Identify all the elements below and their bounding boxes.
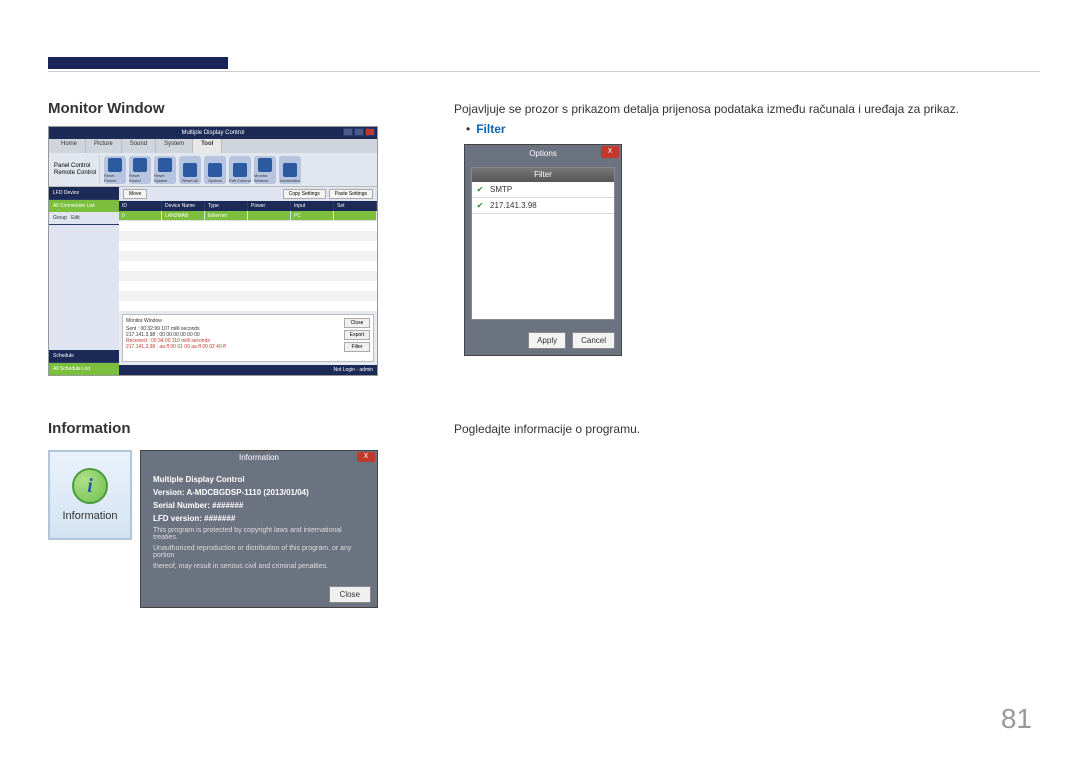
mw-toolbar: Move Copy Settings Paste Settings — [119, 187, 377, 201]
paste-settings-button[interactable]: Paste Settings — [329, 189, 373, 199]
mw-titlebar: Multiple Display Control — [49, 127, 377, 139]
sidebar-schedule[interactable]: Schedule — [49, 350, 119, 363]
edit-column-button[interactable]: Edit Column — [229, 156, 251, 184]
mw-ribbon: Panel Control Remote Control Reset Pictu… — [49, 153, 377, 187]
info-icon: i — [72, 468, 108, 504]
reset-all-button[interactable]: Reset All — [179, 156, 201, 184]
info-serial: Serial Number: ####### — [153, 501, 365, 510]
info-app-name: Multiple Display Control — [153, 475, 365, 484]
filter-bullet: • Filter — [466, 122, 506, 136]
info-legal-1: This program is protected by copyright l… — [153, 527, 365, 541]
tab-system[interactable]: System — [156, 139, 193, 153]
options-titlebar: Options X — [465, 145, 621, 161]
screenshot-monitor-window: Multiple Display Control Home Picture So… — [48, 126, 378, 376]
mw-tabs: Home Picture Sound System Tool — [49, 139, 377, 153]
gh-id: ID — [119, 201, 162, 211]
close-icon[interactable] — [365, 128, 375, 136]
mw-statusbar: Not Login - admin — [119, 365, 377, 375]
header-accent-bar — [48, 57, 228, 69]
info-legal-2: Unauthorized reproduction or distributio… — [153, 545, 365, 559]
grid-body — [119, 221, 377, 311]
log-close-button[interactable]: Close — [344, 318, 370, 328]
info-legal-3: thereof, may result in serious civil and… — [153, 563, 365, 570]
options-button[interactable]: Options — [204, 156, 226, 184]
information-button[interactable]: Information — [279, 156, 301, 184]
info-title: Information — [239, 453, 279, 462]
sidebar-group[interactable]: Group Edit — [49, 212, 119, 225]
filter-row-label: 217.141.3.98 — [490, 201, 537, 210]
desc-monitor-window: Pojavljuje se prozor s prikazom detalja … — [454, 102, 959, 116]
information-icon-tile[interactable]: i Information — [48, 450, 132, 540]
grid-header: ID Device Name Type Power Input Set — [119, 201, 377, 211]
page-header-rule — [48, 60, 1040, 72]
remote-control-label: Remote Control — [54, 170, 96, 176]
cancel-button[interactable]: Cancel — [572, 332, 615, 349]
check-icon: ✔ — [476, 186, 484, 194]
sidebar-all-connection[interactable]: All Connection List — [49, 200, 119, 212]
tab-tool[interactable]: Tool — [193, 139, 222, 153]
filter-column-header: Filter — [472, 168, 614, 182]
reset-picture-button[interactable]: Reset Picture — [104, 156, 126, 184]
maximize-icon[interactable] — [354, 128, 364, 136]
gh-type: Type — [205, 201, 248, 211]
screenshot-information-dialog: Information X Multiple Display Control V… — [140, 450, 378, 608]
ribbon-icons: Reset Picture Reset Sound Reset System R… — [102, 155, 375, 184]
log-panel: Monitor Window Sent : 00:32:99 107 milli… — [122, 314, 374, 362]
check-icon: ✔ — [476, 202, 484, 210]
close-icon[interactable]: X — [601, 146, 619, 158]
filter-label: Filter — [476, 122, 505, 136]
log-line-4: 217.141.3.98 : aa ff 00 01 00 aa ff 00 0… — [126, 344, 370, 350]
tab-picture[interactable]: Picture — [86, 139, 122, 153]
desc-information: Pogledajte informacije o programu. — [454, 422, 640, 436]
info-version: Version: A-MDCBGDSP-1110 (2013/01/04) — [153, 488, 365, 497]
log-head: Monitor Window — [126, 318, 370, 324]
sidebar-all-schedule[interactable]: All Schedule List — [49, 363, 119, 375]
heading-information: Information — [48, 420, 131, 437]
bullet-dot: • — [466, 122, 470, 136]
reset-sound-button[interactable]: Reset Sound — [129, 156, 151, 184]
apply-button[interactable]: Apply — [528, 332, 566, 349]
filter-row-label: SMTP — [490, 185, 512, 194]
log-export-button[interactable]: Export — [344, 330, 370, 340]
ribbon-group-controls: Panel Control Remote Control — [51, 155, 100, 184]
gh-input: Input — [291, 201, 334, 211]
gh-set: Set — [334, 201, 377, 211]
gh-name: Device Name — [162, 201, 205, 211]
heading-monitor-window: Monitor Window — [48, 100, 165, 117]
close-button[interactable]: Close — [329, 586, 371, 603]
page-number: 81 — [1001, 703, 1032, 735]
monitor-window-button[interactable]: Monitor Window — [254, 156, 276, 184]
screenshot-options-dialog: Options X Filter ✔ SMTP ✔ 217.141.3.98 A… — [464, 144, 622, 356]
mw-sidebar: LFD Device All Connection List Group Edi… — [49, 187, 119, 375]
mw-main: Move Copy Settings Paste Settings ID Dev… — [119, 187, 377, 375]
filter-row-ip[interactable]: ✔ 217.141.3.98 — [472, 198, 614, 214]
tab-home[interactable]: Home — [53, 139, 86, 153]
minimize-icon[interactable] — [343, 128, 353, 136]
options-title: Options — [529, 149, 557, 158]
move-button[interactable]: Move — [123, 189, 147, 199]
log-filter-button[interactable]: Filter — [344, 342, 370, 352]
info-icon-label: Information — [62, 510, 117, 522]
sidebar-lfd-device[interactable]: LFD Device — [49, 187, 119, 200]
info-lfd: LFD version: ####### — [153, 514, 365, 523]
filter-row-smtp[interactable]: ✔ SMTP — [472, 182, 614, 198]
panel-control-label: Panel Control — [54, 163, 90, 169]
info-titlebar: Information X — [141, 451, 377, 465]
tab-sound[interactable]: Sound — [122, 139, 156, 153]
close-icon[interactable]: X — [357, 452, 375, 462]
gh-power: Power — [248, 201, 291, 211]
reset-system-button[interactable]: Reset System — [154, 156, 176, 184]
table-row[interactable]: 0 LAN2MAB Ethernet PC — [119, 211, 377, 221]
copy-settings-button[interactable]: Copy Settings — [283, 189, 326, 199]
mw-title: Multiple Display Control — [181, 130, 244, 136]
